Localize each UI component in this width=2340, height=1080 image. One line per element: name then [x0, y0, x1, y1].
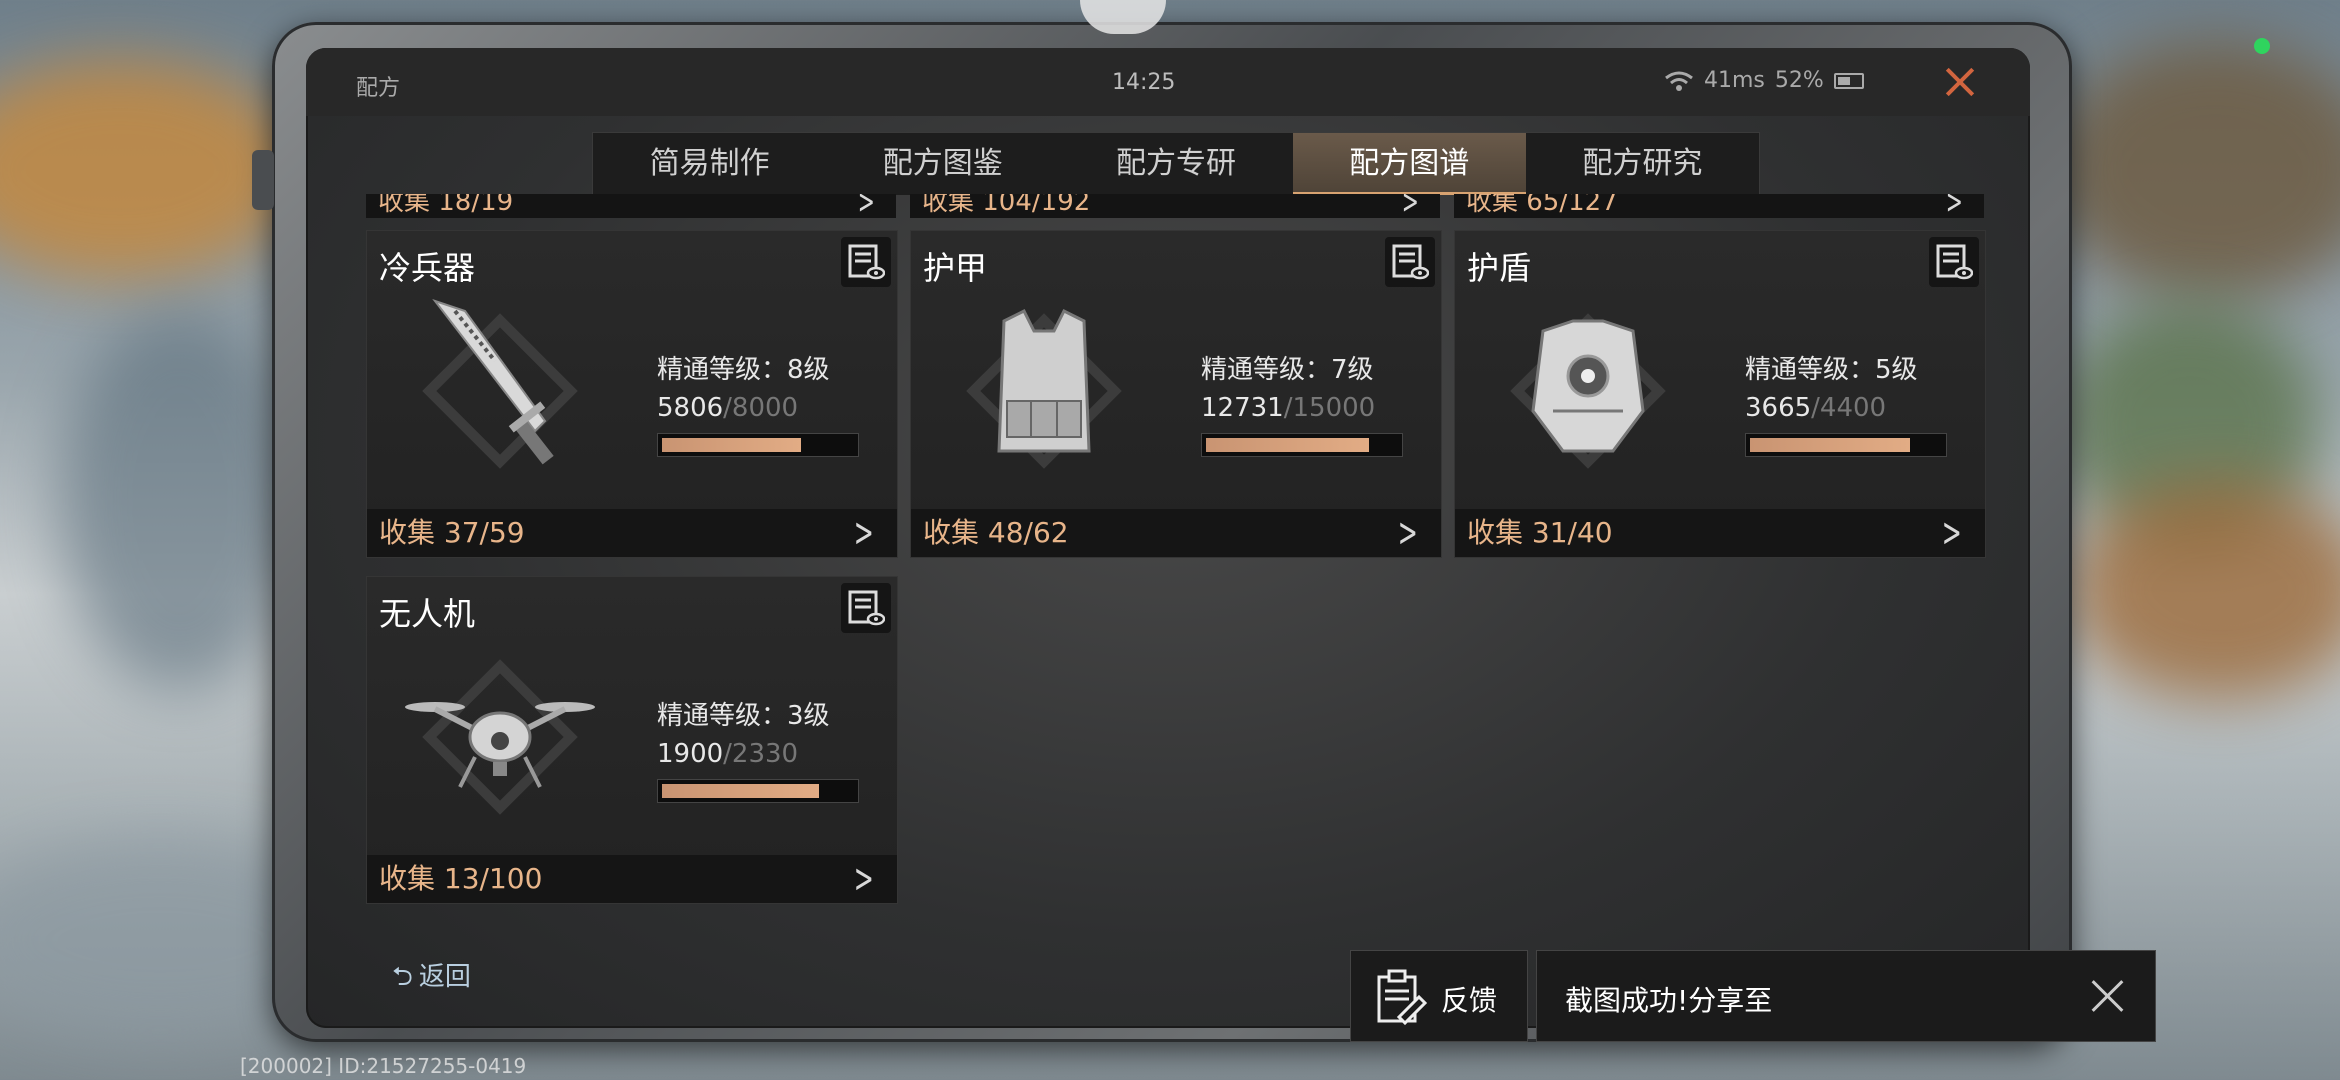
progress-max: /2330: [723, 739, 799, 769]
clipboard-edit-icon: [1377, 969, 1428, 1026]
collect-row[interactable]: 收集 13/100 >: [367, 855, 897, 903]
blade-icon: [422, 299, 578, 469]
tab-bar: 简易制作 配方图鉴 配方专研 配方图谱 配方研究: [592, 132, 1760, 196]
wifi-icon: [1665, 71, 1693, 91]
status-bar: 配方 14:25 41ms 52%: [306, 48, 2030, 116]
partial-collect-label: 收集 18/19: [378, 194, 514, 217]
mastery-level: 精通等级：5级: [1745, 355, 1918, 385]
progress-current: 1900: [657, 739, 724, 769]
partial-collect-row[interactable]: 收集 104/192 >: [910, 194, 1440, 222]
card-title: 冷兵器: [379, 249, 476, 287]
mastery-level: 精通等级：8级: [657, 355, 830, 385]
chevron-right-icon: >: [854, 856, 875, 902]
progress-text: 1900/2330: [657, 739, 798, 769]
progress-text: 5806/8000: [657, 393, 798, 423]
chevron-right-icon: >: [1398, 510, 1419, 556]
recipe-card-armor[interactable]: 护甲 精通等级：7级 12731/15000 收集 48/62 >: [910, 230, 1442, 558]
progress-max: /4400: [1811, 393, 1887, 423]
progress-current: 3665: [1745, 393, 1812, 423]
tab-recipe-research[interactable]: 配方研究: [1526, 133, 1759, 195]
collect-row[interactable]: 收集 37/59 >: [367, 509, 897, 557]
return-arrow-icon: ⮌: [392, 962, 413, 992]
tablet-screen: 配方 14:25 41ms 52% 简易制作 配方图鉴 配方专研 配方图谱 配方…: [306, 48, 2030, 1028]
partial-collect-row[interactable]: 收集 65/127 >: [1454, 194, 1984, 222]
collect-label: 收集 31/40: [1467, 516, 1613, 549]
recipe-card-melee[interactable]: 冷兵器 精通等级：8级 5806/8000 收集 37/59 >: [366, 230, 898, 558]
mastery-level: 精通等级：7级: [1201, 355, 1374, 385]
toast-message: 截图成功!分享至: [1565, 984, 1773, 1017]
card-title: 护盾: [1467, 249, 1532, 287]
recipe-grid: 收集 18/19 > 收集 104/192 > 收集 65/127 > 冷兵器: [366, 194, 1986, 994]
recipe-card-shield[interactable]: 护盾 精通等级：5级 3665/4400 收集 31/40 >: [1454, 230, 1986, 558]
details-view-button[interactable]: [1929, 237, 1979, 287]
progress-text: 12731/15000: [1201, 393, 1375, 423]
screenshot-toast: 截图成功!分享至: [1536, 950, 2156, 1042]
partial-collect-label: 收集 65/127: [1466, 194, 1618, 217]
chevron-right-icon: >: [857, 194, 875, 222]
progress-bar: [657, 433, 859, 457]
list-eye-icon: [1936, 244, 1973, 280]
card-title: 护甲: [923, 249, 988, 287]
battery-icon: [1833, 72, 1864, 89]
status-time: 14:25: [1112, 70, 1176, 95]
list-eye-icon: [848, 244, 885, 280]
tab-simple-craft[interactable]: 简易制作: [593, 133, 826, 195]
close-button[interactable]: [1940, 62, 1980, 102]
shield-armor-icon: [1510, 313, 1666, 469]
collect-label: 收集 37/59: [379, 516, 525, 549]
toast-close-button[interactable]: [2085, 973, 2131, 1019]
progress-max: /8000: [723, 393, 799, 423]
partial-row: 收集 18/19 > 收集 104/192 > 收集 65/127 >: [366, 194, 1986, 220]
progress-current: 5806: [657, 393, 724, 423]
progress-fill: [662, 784, 819, 798]
collect-label: 收集 13/100: [379, 862, 543, 895]
feedback-button[interactable]: 反馈: [1350, 950, 1528, 1042]
tab-recipe-atlas[interactable]: 配方图谱: [1292, 133, 1526, 195]
chevron-right-icon: >: [1401, 194, 1419, 222]
back-label: 返回: [418, 962, 471, 992]
tab-recipe-specialize[interactable]: 配方专研: [1059, 133, 1292, 195]
partial-collect-row[interactable]: 收集 18/19 >: [366, 194, 896, 222]
details-view-button[interactable]: [841, 237, 891, 287]
progress-bar: [1201, 433, 1403, 457]
card-title: 无人机: [379, 595, 476, 633]
feedback-label: 反馈: [1441, 984, 1498, 1017]
progress-fill: [1750, 438, 1910, 452]
progress-bar: [1745, 433, 1947, 457]
tablet-knob: [252, 150, 274, 210]
ping-value: 41ms: [1704, 68, 1765, 93]
status-indicators: 41ms 52%: [1664, 68, 1864, 93]
drone-icon: [405, 659, 595, 815]
recipe-card-drone[interactable]: 无人机 精通等级：3级 1900/2330 收集 13/100 >: [366, 576, 898, 904]
progress-max: /15000: [1283, 393, 1376, 423]
list-eye-icon: [1392, 244, 1429, 280]
progress-fill: [662, 438, 801, 452]
back-button[interactable]: ⮌ 返回: [392, 956, 471, 1002]
player-id-info: [200002] ID:21527255-0419: [240, 1054, 527, 1078]
collect-row[interactable]: 收集 31/40 >: [1455, 509, 1985, 557]
chevron-right-icon: >: [1945, 194, 1963, 222]
chevron-right-icon: >: [1942, 510, 1963, 556]
details-view-button[interactable]: [1385, 237, 1435, 287]
partial-collect-label: 收集 104/192: [922, 194, 1091, 217]
list-eye-icon: [848, 590, 885, 626]
app-title: 配方: [356, 76, 401, 101]
recording-indicator: [2254, 38, 2270, 54]
armor-vest-icon: [966, 308, 1122, 469]
progress-bar: [657, 779, 859, 803]
chevron-right-icon: >: [854, 510, 875, 556]
collect-label: 收集 48/62: [923, 516, 1069, 549]
battery-percent: 52%: [1774, 68, 1824, 93]
progress-text: 3665/4400: [1745, 393, 1886, 423]
progress-current: 12731: [1201, 393, 1284, 423]
tab-recipe-codex[interactable]: 配方图鉴: [826, 133, 1059, 195]
details-view-button[interactable]: [841, 583, 891, 633]
progress-fill: [1206, 438, 1369, 452]
collect-row[interactable]: 收集 48/62 >: [911, 509, 1441, 557]
mastery-level: 精通等级：3级: [657, 701, 830, 731]
